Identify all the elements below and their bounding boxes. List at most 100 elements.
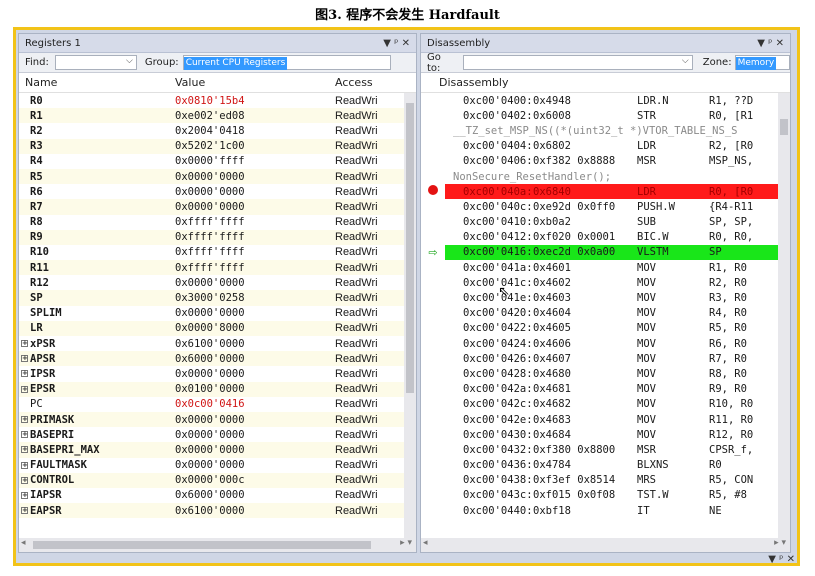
expand-icon[interactable]: + — [21, 491, 28, 499]
register-row[interactable]: R3 0x5202'1c00 ReadWri — [19, 138, 416, 154]
find-combo[interactable]: ⌵ — [54, 55, 137, 70]
register-row[interactable]: R2 0x2004'0418 ReadWri — [19, 123, 416, 138]
register-row[interactable]: SPLIM 0x0000'0000 ReadWri — [19, 306, 416, 321]
expand-icon[interactable]: + — [21, 476, 28, 484]
instruction-line[interactable]: 0xc00'0424: 0x4606 MOV R6, R0 — [421, 336, 790, 351]
instruction-line[interactable]: 0xc00'0422: 0x4605 MOV R5, R0 — [421, 321, 790, 336]
instruction-line[interactable]: 0xc00'0410: 0xb0a2 SUB SP, SP, — [421, 215, 790, 230]
expand-icon[interactable]: + — [21, 370, 28, 378]
instruction-line[interactable]: 0xc00'0432: 0xf380 0x8800 MSR CPSR_f, — [421, 442, 790, 457]
instruction-line[interactable]: 0xc00'040c: 0xe92d 0x0ff0 PUSH.W {R4-R11 — [421, 199, 790, 214]
register-value[interactable]: 0x0000'0000 — [175, 444, 335, 456]
register-value[interactable]: 0xffff'ffff — [175, 262, 335, 274]
scrollbar-thumb[interactable] — [33, 541, 371, 549]
expand-icon[interactable]: + — [21, 446, 28, 454]
register-row[interactable]: R1 0xe002'ed08 ReadWri — [19, 108, 416, 124]
instruction-line[interactable]: 0xc00'0436: 0x4784 BLXNS R0 — [421, 458, 790, 473]
register-value[interactable]: 0x0000'0000 — [175, 368, 335, 380]
register-value[interactable]: 0x0000'0000 — [175, 429, 335, 441]
instruction-line[interactable]: 0xc00'0404: 0x6802 LDR R2, [R0 — [421, 139, 790, 154]
register-row[interactable]: + IAPSR 0x6000'0000 ReadWri — [19, 488, 416, 503]
source-line[interactable]: NonSecure_ResetHandler(); — [421, 169, 790, 184]
instruction-line[interactable]: 0xc00'0438: 0xf3ef 0x8514 MRS R5, CON — [421, 473, 790, 488]
column-header-value[interactable]: Value — [175, 76, 335, 89]
register-row[interactable]: R0 0x0810'15b4 ReadWri — [19, 93, 416, 108]
register-value[interactable]: 0xffff'ffff — [175, 231, 335, 243]
register-value[interactable]: 0x0000'0000 — [175, 307, 335, 319]
group-combo[interactable]: Current CPU Registers — [182, 55, 391, 70]
instruction-line[interactable]: 0xc00'0406: 0xf382 0x8888 MSR MSP_NS, — [421, 154, 790, 169]
registers-titlebar[interactable]: Registers 1 ▼ ᵖ ✕ — [19, 34, 416, 53]
expand-icon[interactable]: + — [21, 431, 28, 439]
register-row[interactable]: R7 0x0000'0000 ReadWri — [19, 199, 416, 215]
instruction-line[interactable]: 0xc00'041e: 0x4603 MOV R3, R0 — [421, 290, 790, 305]
bottom-panel-controls[interactable]: ▼ ᵖ ✕ — [768, 554, 795, 565]
expand-icon[interactable]: + — [21, 340, 28, 348]
instruction-line[interactable]: 0xc00'041a: 0x4601 MOV R1, R0 — [421, 260, 790, 275]
scroll-left-icon[interactable]: ◂ — [21, 538, 26, 548]
register-row[interactable]: R5 0x0000'0000 ReadWri — [19, 168, 416, 185]
register-value[interactable]: 0x0000'000c — [175, 474, 335, 486]
register-value[interactable]: 0x0000'0000 — [175, 186, 335, 198]
gutter[interactable] — [421, 185, 445, 198]
scroll-left-icon[interactable]: ◂ — [423, 538, 428, 548]
instruction-line[interactable]: 0xc00'0430: 0x4684 MOV R12, R0 — [421, 427, 790, 442]
instruction-line[interactable]: 0xc00'0400: 0x4948 LDR.N R1, ??D — [421, 93, 790, 108]
register-value[interactable]: 0xffff'ffff — [175, 216, 335, 228]
register-row[interactable]: R8 0xffff'ffff ReadWri — [19, 215, 416, 230]
register-row[interactable]: R12 0x0000'0000 ReadWri — [19, 275, 416, 290]
register-row[interactable]: + PRIMASK 0x0000'0000 ReadWri — [19, 411, 416, 428]
column-header-name[interactable]: Name — [19, 76, 175, 89]
goto-combo[interactable]: ⌵ — [463, 55, 693, 70]
register-row[interactable]: R11 0xffff'ffff ReadWri — [19, 260, 416, 276]
register-row[interactable]: + BASEPRI_MAX 0x0000'0000 ReadWri — [19, 442, 416, 458]
register-row[interactable]: R6 0x0000'0000 ReadWri — [19, 184, 416, 199]
expand-icon[interactable]: + — [21, 385, 28, 393]
current-line[interactable]: ⇨ 0xc00'0416: 0xec2d 0x0a00 VLSTM SP — [421, 244, 790, 261]
register-row[interactable]: + EPSR 0x0100'0000 ReadWri — [19, 381, 416, 397]
scroll-right-icon[interactable]: ▸ ▾ — [774, 538, 786, 548]
registers-vertical-scrollbar[interactable] — [404, 93, 416, 540]
instruction-line[interactable]: 0xc00'0420: 0x4604 MOV R4, R0 — [421, 306, 790, 321]
disassembly-vertical-scrollbar[interactable] — [778, 93, 790, 540]
disassembly-titlebar[interactable]: Disassembly ▼ ᵖ ✕ — [421, 34, 790, 53]
register-value[interactable]: 0x0000'ffff — [175, 155, 335, 167]
instruction-line[interactable]: 0xc00'042c: 0x4682 MOV R10, R0 — [421, 397, 790, 412]
register-row[interactable]: + EAPSR 0x6100'0000 ReadWri — [19, 503, 416, 519]
register-value[interactable]: 0x5202'1c00 — [175, 140, 335, 152]
instruction-line[interactable]: 0xc00'0402: 0x6008 STR R0, [R1 — [421, 108, 790, 123]
instruction-line[interactable]: 0xc00'0412: 0xf020 0x0001 BIC.W R0, R0, — [421, 230, 790, 245]
register-row[interactable]: + FAULTMASK 0x0000'0000 ReadWri — [19, 458, 416, 473]
register-value[interactable]: 0x0000'0000 — [175, 414, 335, 426]
register-value[interactable]: 0xe002'ed08 — [175, 110, 335, 122]
disassembly-window-controls[interactable]: ▼ ᵖ ✕ — [757, 38, 784, 49]
instruction-line[interactable]: 0xc00'043c: 0xf015 0x0f08 TST.W R5, #8 — [421, 488, 790, 503]
register-value[interactable]: 0x2004'0418 — [175, 125, 335, 137]
instruction-line[interactable]: 0xc00'0426: 0x4607 MOV R7, R0 — [421, 351, 790, 366]
register-value[interactable]: 0x6000'0000 — [175, 489, 335, 501]
register-value[interactable]: 0x0000'0000 — [175, 171, 335, 183]
expand-icon[interactable]: + — [21, 355, 28, 363]
instruction-line[interactable]: 0xc00'0428: 0x4680 MOV R8, R0 — [421, 366, 790, 381]
register-row[interactable]: R9 0xffff'ffff ReadWri — [19, 229, 416, 245]
register-value[interactable]: 0x0000'0000 — [175, 277, 335, 289]
zone-combo[interactable]: Memory — [734, 55, 790, 70]
register-row[interactable]: + xPSR 0x6100'0000 ReadWri — [19, 336, 416, 351]
source-line[interactable]: __TZ_set_MSP_NS((*(uint32_t *)VTOR_TABLE… — [421, 123, 790, 138]
register-value[interactable]: 0x0000'0000 — [175, 459, 335, 471]
breakpoint-icon[interactable] — [428, 185, 438, 196]
chevron-down-icon[interactable]: ⌵ — [682, 56, 689, 66]
register-value[interactable]: 0x6100'0000 — [175, 505, 335, 517]
expand-icon[interactable]: + — [21, 507, 28, 515]
register-row[interactable]: + BASEPRI 0x0000'0000 ReadWri — [19, 427, 416, 442]
chevron-down-icon[interactable]: ⌵ — [126, 56, 133, 66]
scrollbar-thumb[interactable] — [780, 119, 788, 135]
register-value[interactable]: 0x6100'0000 — [175, 338, 335, 350]
gutter[interactable]: ⇨ — [421, 246, 445, 259]
scroll-right-icon[interactable]: ▸ ▾ — [400, 538, 412, 548]
register-row[interactable]: + CONTROL 0x0000'000c ReadWri — [19, 472, 416, 488]
register-value[interactable]: 0xffff'ffff — [175, 246, 335, 258]
register-row[interactable]: SP 0x3000'0258 ReadWri — [19, 290, 416, 306]
expand-icon[interactable]: + — [21, 461, 28, 469]
register-row[interactable]: + IPSR 0x0000'0000 ReadWri — [19, 366, 416, 381]
